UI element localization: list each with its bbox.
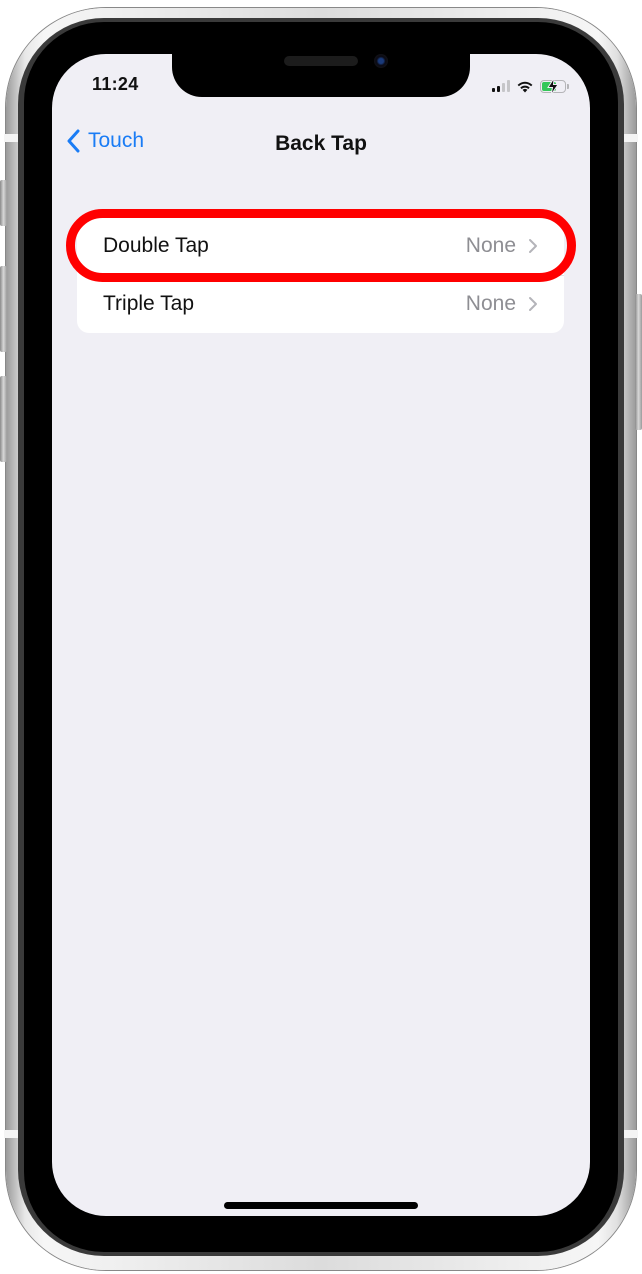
speaker xyxy=(284,56,358,66)
status-time: 11:24 xyxy=(92,74,139,94)
volume-up-button xyxy=(0,266,7,352)
notch xyxy=(172,54,470,97)
status-icons xyxy=(492,76,569,96)
chevron-right-icon xyxy=(529,239,537,253)
front-camera xyxy=(374,54,388,68)
antenna-band xyxy=(622,134,638,142)
back-tap-settings-list: Double Tap None Triple Tap None xyxy=(77,217,564,333)
battery-charging-icon xyxy=(540,77,569,95)
triple-tap-row[interactable]: Triple Tap None xyxy=(77,275,564,333)
row-value: None xyxy=(465,292,516,315)
chevron-right-icon xyxy=(529,297,537,311)
power-button xyxy=(635,294,642,430)
row-label: Double Tap xyxy=(103,234,209,257)
page-title: Back Tap xyxy=(275,132,367,155)
row-label: Triple Tap xyxy=(103,292,195,315)
screen: 11:24 Touch Back Tap Double Tap None Tri… xyxy=(52,54,590,1216)
double-tap-row[interactable]: Double Tap None xyxy=(77,217,564,275)
antenna-band xyxy=(622,1130,638,1138)
silent-switch xyxy=(0,180,7,226)
wifi-icon xyxy=(517,81,533,92)
cellular-signal-icon xyxy=(492,80,510,92)
home-indicator[interactable] xyxy=(224,1202,418,1209)
row-value: None xyxy=(465,234,516,257)
volume-down-button xyxy=(0,376,7,462)
